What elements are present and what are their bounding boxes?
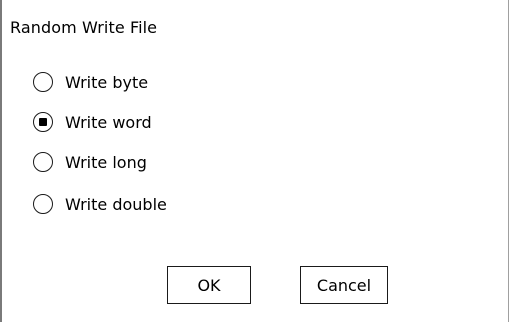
ok-button[interactable]: OK [167,266,251,304]
cancel-button[interactable]: Cancel [300,266,388,304]
option-label-write-long: Write long [65,152,147,172]
option-write-long[interactable]: Write long [33,148,147,176]
radio-write-long[interactable] [33,152,53,172]
option-label-write-byte: Write byte [65,72,149,92]
option-label-write-double: Write double [65,194,167,214]
random-write-file-dialog: Random Write File Write byte Write word … [0,0,509,322]
radio-write-word[interactable] [33,112,53,132]
option-write-word[interactable]: Write word [33,108,152,136]
dialog-title: Random Write File [10,18,158,37]
option-write-byte[interactable]: Write byte [33,68,148,96]
radio-write-double[interactable] [33,194,53,214]
option-write-double[interactable]: Write double [33,190,167,218]
option-label-write-word: Write word [65,112,152,132]
radio-write-byte[interactable] [33,72,53,92]
